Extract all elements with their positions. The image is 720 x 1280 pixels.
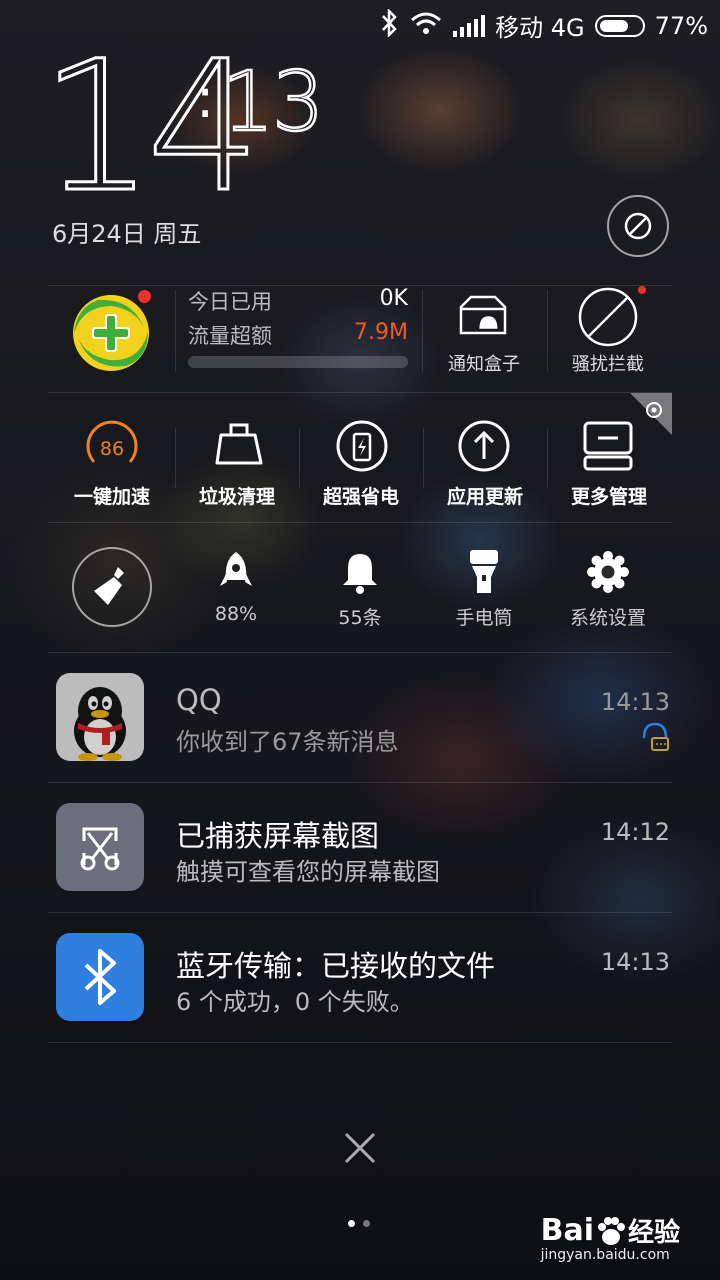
notification-count-label: 55条 <box>338 607 382 629</box>
traffic-usage-bar <box>188 356 408 368</box>
bell-icon <box>343 554 377 594</box>
boost-label: 88% <box>214 603 258 625</box>
notification-title: 蓝牙传输：已接收的文件 <box>176 949 496 983</box>
notification-box-button[interactable] <box>448 292 518 342</box>
trash-bag-icon <box>215 423 263 465</box>
app-update-button[interactable] <box>456 418 512 474</box>
battery-icon <box>594 14 645 37</box>
tool-update-label: 应用更新 <box>446 486 523 508</box>
signal-strength-icon <box>453 14 486 37</box>
battery-percent: 77% <box>654 11 708 40</box>
speed-score: 86 <box>99 438 125 460</box>
update-arrow-icon <box>458 420 510 472</box>
gear-icon <box>587 551 629 593</box>
bluetooth-status-icon <box>379 7 399 43</box>
exceed-value: 7.9M <box>354 320 408 345</box>
notification-box-label: 通知盒子 <box>448 354 520 375</box>
clock-colon: : <box>196 67 215 130</box>
block-icon <box>578 287 638 347</box>
flashlight-button[interactable] <box>462 548 506 596</box>
tool-clean-label: 垃圾清理 <box>198 486 275 508</box>
clock-minute: 13 <box>221 55 326 150</box>
notification-box-icon <box>459 295 507 335</box>
notification-qq[interactable] <box>48 653 672 783</box>
notification-title: 已捕获屏幕截图 <box>176 819 380 853</box>
baidu-paw-icon <box>597 1216 625 1245</box>
qq-penguin-icon <box>56 673 144 761</box>
more-manage-button[interactable] <box>580 418 636 474</box>
today-used-label: 今日已用 <box>188 290 272 314</box>
widget-settings-button[interactable] <box>630 393 672 435</box>
prohibit-icon <box>624 212 652 240</box>
carrier-label: 移动 4G <box>495 14 585 42</box>
notification-subtitle: 你收到了67条新消息 <box>176 728 399 756</box>
360-logo-icon <box>73 295 149 371</box>
flashlight-label: 手电筒 <box>455 607 513 629</box>
qq-service-icon <box>640 720 670 758</box>
flashlight-icon <box>470 550 498 593</box>
date-label: 6月24日 周五 <box>52 220 202 248</box>
notification-title: QQ <box>176 683 222 717</box>
do-not-disturb-button[interactable] <box>607 195 669 257</box>
wifi-icon <box>409 11 443 41</box>
power-save-button[interactable] <box>334 418 390 474</box>
page-indicator <box>348 1220 370 1227</box>
tool-power-label: 超强省电 <box>322 486 399 508</box>
harassment-block-label: 骚扰拦截 <box>572 354 644 375</box>
battery-saver-icon <box>336 420 388 472</box>
notification-subtitle: 6 个成功，0 个失败。 <box>176 988 414 1016</box>
notification-dot <box>638 286 646 294</box>
system-settings-label: 系统设置 <box>569 607 646 629</box>
notification-time: 14:13 <box>600 688 670 716</box>
notification-subtitle: 触摸可查看您的屏幕截图 <box>176 858 440 886</box>
baidu-jingyan-watermark: Bai 经验 jingyan.baidu.com <box>540 1213 680 1263</box>
gear-icon <box>630 393 672 435</box>
notification-time: 14:12 <box>600 818 670 846</box>
scissors-icon <box>56 803 144 891</box>
system-settings-button[interactable] <box>586 548 630 596</box>
notification-time: 14:13 <box>600 948 670 976</box>
notifications-button[interactable] <box>338 548 382 596</box>
close-icon <box>344 1132 376 1164</box>
360-security-app-button[interactable] <box>70 292 152 374</box>
clear-all-button[interactable] <box>336 1124 384 1172</box>
boost-button[interactable] <box>214 548 258 596</box>
bluetooth-icon <box>56 933 144 1021</box>
rocket-icon <box>220 552 252 586</box>
more-manage-icon <box>583 421 633 471</box>
junk-clean-button[interactable] <box>210 418 266 474</box>
tool-speedup-label: 一键加速 <box>73 486 150 508</box>
today-used-value: 0K <box>379 286 408 311</box>
clean-memory-button[interactable] <box>72 547 152 627</box>
exceed-label: 流量超额 <box>188 324 272 348</box>
one-key-speedup-button[interactable]: 86 <box>84 418 140 474</box>
notification-dot <box>138 290 151 303</box>
harassment-block-button[interactable] <box>576 285 640 349</box>
tool-more-label: 更多管理 <box>570 486 647 508</box>
broom-icon <box>94 567 124 605</box>
